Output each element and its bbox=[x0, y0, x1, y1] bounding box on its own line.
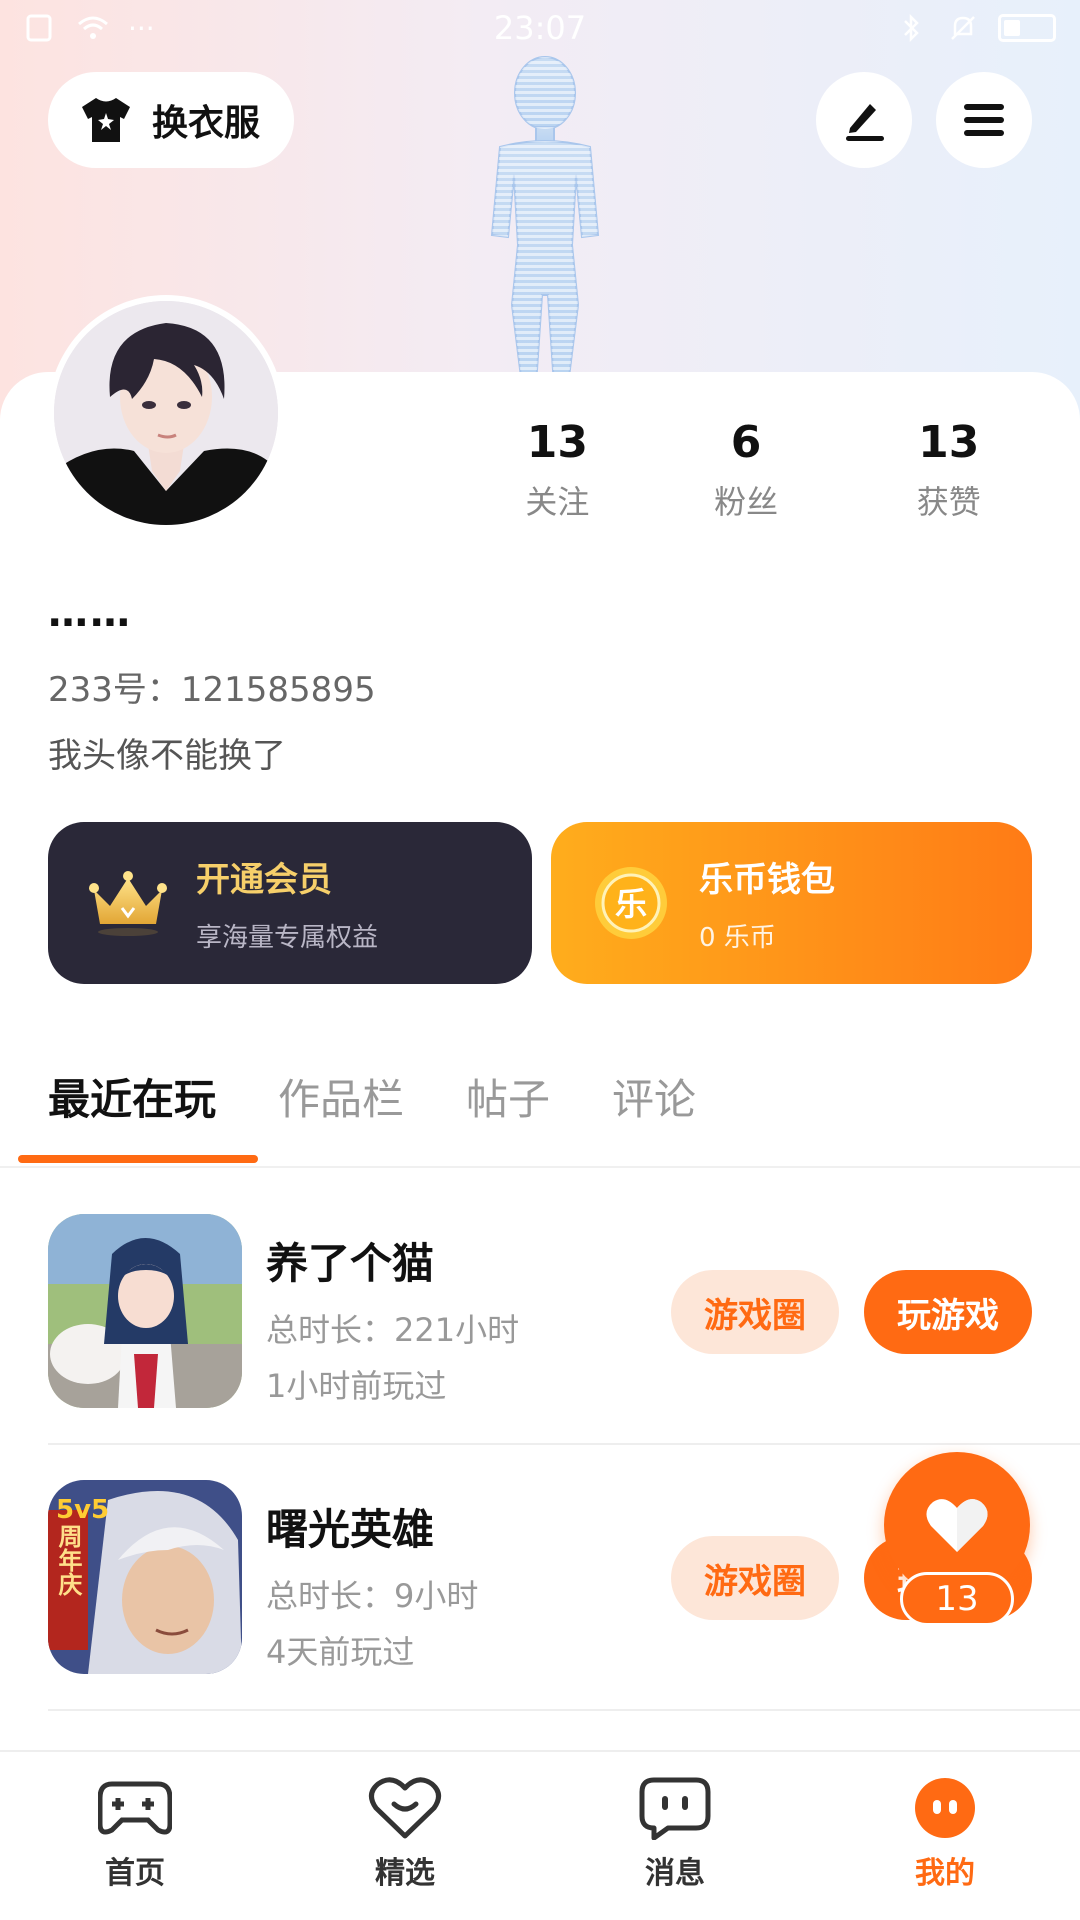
tab-comments[interactable]: 评论 bbox=[612, 1059, 696, 1167]
play-game-button[interactable]: 玩游戏 bbox=[864, 1270, 1032, 1354]
edit-profile-button[interactable] bbox=[816, 72, 912, 168]
game-icon-cat[interactable] bbox=[48, 1214, 242, 1408]
bluetooth-icon bbox=[904, 14, 919, 42]
game-info: 曙光英雄 总时长：9小时 4天前玩过 bbox=[266, 1496, 478, 1673]
user-bio: 我头像不能换了 bbox=[48, 736, 286, 776]
user-avatar[interactable] bbox=[48, 295, 284, 531]
stat-following[interactable]: 13 关注 bbox=[470, 415, 645, 523]
message-icon bbox=[639, 1777, 711, 1840]
stat-following-label: 关注 bbox=[525, 483, 590, 521]
vip-membership-card[interactable]: 开通会员 享海量专属权益 bbox=[48, 822, 532, 984]
game-duration: 总时长：221小时 bbox=[266, 1311, 520, 1349]
profile-stats: 13 关注 6 粉丝 13 获赞 bbox=[470, 415, 1050, 523]
nav-messages-label: 消息 bbox=[645, 1856, 705, 1891]
battery-icon bbox=[998, 14, 1056, 42]
nav-profile-label: 我的 bbox=[915, 1856, 975, 1891]
profile-screen: ··· 23:07 换衣服 13 关注 6 粉丝 13 获赞 …… 233号：1… bbox=[0, 0, 1080, 1920]
stat-likes[interactable]: 13 获赞 bbox=[847, 415, 1050, 523]
status-dots: ··· bbox=[128, 11, 155, 45]
game-icon-text: 周年庆 bbox=[54, 1524, 82, 1597]
tab-posts[interactable]: 帖子 bbox=[466, 1059, 550, 1167]
game-duration: 总时长：9小时 bbox=[266, 1577, 479, 1615]
menu-button[interactable] bbox=[936, 72, 1032, 168]
game-info: 养了个猫 总时长：221小时 1小时前玩过 bbox=[266, 1230, 519, 1407]
game-row[interactable]: 5v5 周年庆 曙光英雄 总时长：9小时 4天前玩过 游戏圈 玩游戏 bbox=[48, 1480, 1032, 1676]
game-circle-button[interactable]: 游戏圈 bbox=[671, 1270, 839, 1354]
nav-featured[interactable]: 精选 bbox=[270, 1752, 540, 1920]
divider bbox=[48, 1709, 1080, 1711]
nav-home[interactable]: 首页 bbox=[0, 1752, 270, 1920]
gamepad-icon bbox=[98, 1781, 172, 1835]
heart-chat-icon bbox=[369, 1777, 441, 1839]
status-bar: ··· 23:07 bbox=[0, 0, 1080, 56]
change-outfit-button[interactable]: 换衣服 bbox=[48, 72, 294, 168]
game-last-played: 4天前玩过 bbox=[266, 1633, 415, 1671]
crown-icon bbox=[89, 871, 167, 936]
change-outfit-label: 换衣服 bbox=[152, 103, 261, 144]
game-circle-button[interactable]: 游戏圈 bbox=[671, 1536, 839, 1620]
mute-bell-icon bbox=[951, 16, 975, 40]
avatar-3d-figure[interactable] bbox=[450, 55, 640, 385]
stat-following-count: 13 bbox=[526, 417, 589, 468]
game-name: 养了个猫 bbox=[266, 1239, 435, 1288]
stat-likes-count: 13 bbox=[918, 417, 980, 468]
heart-icon bbox=[926, 1499, 988, 1552]
nav-home-label: 首页 bbox=[105, 1856, 165, 1891]
sim-icon bbox=[26, 14, 52, 42]
active-tab-indicator bbox=[18, 1155, 258, 1163]
game-cover-art bbox=[48, 1214, 242, 1408]
stat-fans[interactable]: 6 粉丝 bbox=[645, 415, 848, 523]
bottom-navigation: 首页 精选 消息 我的 bbox=[0, 1750, 1080, 1920]
tab-works[interactable]: 作品栏 bbox=[278, 1059, 404, 1167]
wallet-card-title: 乐币钱包 bbox=[699, 860, 835, 900]
edit-pen-icon bbox=[846, 104, 884, 141]
profile-tabs: 最近在玩 作品栏 帖子 评论 bbox=[0, 1060, 1080, 1168]
game-row[interactable]: 养了个猫 总时长：221小时 1小时前玩过 游戏圈 玩游戏 bbox=[48, 1214, 1032, 1410]
coin-icon: 乐 bbox=[595, 867, 667, 939]
nav-featured-label: 精选 bbox=[375, 1856, 435, 1891]
divider bbox=[48, 1443, 1080, 1445]
user-nickname: …… bbox=[48, 590, 132, 636]
like-count-badge: 13 bbox=[900, 1572, 1014, 1626]
game-icon-hero[interactable]: 5v5 周年庆 bbox=[48, 1480, 242, 1674]
avatar-image bbox=[54, 301, 278, 525]
game-icon-badge: 5v5 bbox=[56, 1495, 109, 1525]
stat-fans-label: 粉丝 bbox=[714, 483, 779, 521]
profile-face-icon bbox=[915, 1778, 975, 1838]
wallet-card[interactable]: 乐 乐币钱包 0 乐币 bbox=[551, 822, 1032, 984]
tab-recently-played[interactable]: 最近在玩 bbox=[48, 1059, 216, 1167]
game-cover-art: 5v5 周年庆 bbox=[48, 1480, 242, 1674]
game-name: 曙光英雄 bbox=[266, 1505, 435, 1554]
status-time: 23:07 bbox=[493, 9, 587, 47]
stat-likes-label: 获赞 bbox=[916, 483, 981, 521]
tshirt-icon bbox=[82, 98, 130, 142]
hamburger-menu-icon bbox=[964, 104, 1004, 136]
wifi-icon bbox=[78, 16, 108, 39]
vip-card-subtitle: 享海量专属权益 bbox=[196, 923, 379, 953]
coin-glyph: 乐 bbox=[615, 885, 647, 923]
nav-profile[interactable]: 我的 bbox=[810, 1752, 1080, 1920]
vip-card-title: 开通会员 bbox=[196, 860, 332, 900]
game-last-played: 1小时前玩过 bbox=[266, 1367, 447, 1405]
stat-fans-count: 6 bbox=[730, 417, 762, 468]
user-id: 233号：121585895 bbox=[48, 670, 376, 710]
nav-messages[interactable]: 消息 bbox=[540, 1752, 810, 1920]
avatar-portrait bbox=[54, 301, 278, 525]
wallet-card-balance: 0 乐币 bbox=[699, 923, 776, 953]
